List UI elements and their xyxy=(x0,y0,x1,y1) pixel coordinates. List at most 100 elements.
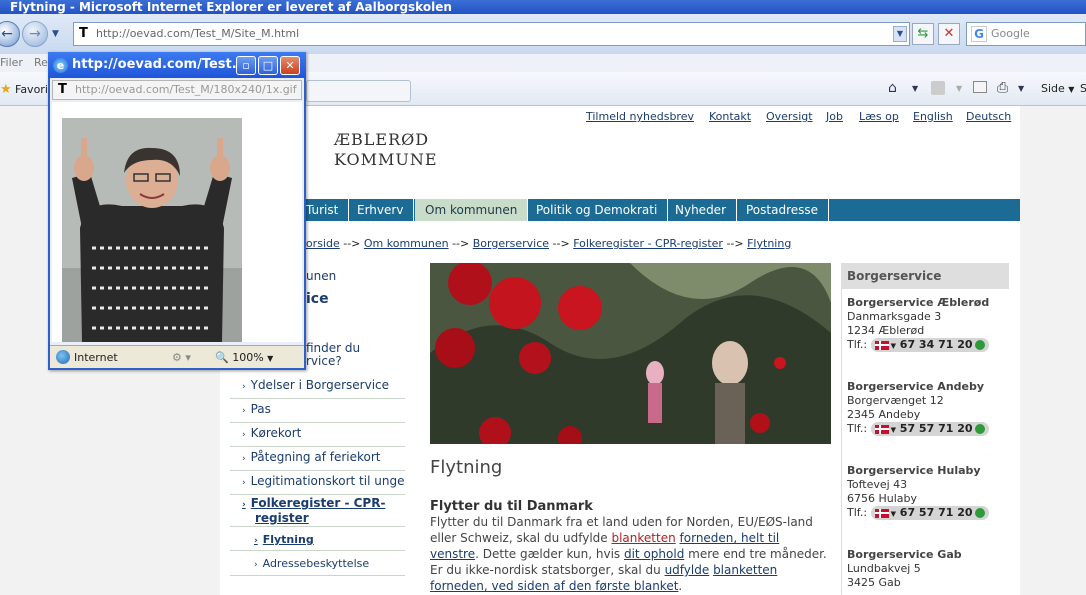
link-dit-ophold[interactable]: dit ophold xyxy=(624,547,684,561)
home-icon[interactable]: ⌂ xyxy=(888,80,897,96)
popup-close-button[interactable]: ✕ xyxy=(280,56,300,75)
protected-mode-icon[interactable]: ⚙ ▾ xyxy=(172,346,191,369)
left-menu-folkeregister[interactable]: › Folkeregister - CPR-register xyxy=(230,497,405,527)
nav-politik[interactable]: Politik og Demokrati xyxy=(526,199,669,221)
link-blanketten-1[interactable]: blanketten xyxy=(611,531,675,545)
mail-icon[interactable] xyxy=(973,81,987,93)
top-link-job[interactable]: Job xyxy=(826,110,843,123)
menu-file[interactable]: Filer xyxy=(0,54,23,72)
left-menu-partial-1[interactable]: unen xyxy=(306,269,336,283)
address-bar[interactable]: T http://oevad.com/Test_M/Site_M.html ▼ xyxy=(73,22,910,46)
office-andeby: Borgerservice Andeby Borgervænget 12 234… xyxy=(847,380,989,436)
link-blanketten-2[interactable]: blanketten xyxy=(713,563,777,577)
feeds-icon[interactable] xyxy=(931,81,945,95)
nav-om-kommunen[interactable]: Om kommunen xyxy=(415,199,529,221)
page-favicon-icon: T xyxy=(58,82,67,97)
popup-minimize-button[interactable]: ▫ xyxy=(236,56,256,75)
favorites-star-icon[interactable]: ★ xyxy=(0,82,12,97)
breadcrumb-flytning[interactable]: Flytning xyxy=(747,237,791,250)
zoom-control[interactable]: 🔍 100% ▼ xyxy=(215,346,273,370)
link-forneden-ved-siden[interactable]: forneden, ved siden af den første blanke… xyxy=(430,579,678,593)
breadcrumb-sep: --> xyxy=(549,237,574,250)
forward-arrow-icon: → xyxy=(29,26,41,42)
phone-badge[interactable]: ▼ 57 57 71 20 xyxy=(870,422,989,436)
phone-number: 67 57 71 20 xyxy=(899,506,973,519)
left-menu-feriekort[interactable]: › Påtegning af feriekort xyxy=(230,449,405,471)
nav-erhverv[interactable]: Erhverv xyxy=(347,199,415,221)
chevron-right-icon: › xyxy=(242,382,246,392)
left-menu-sub-adressebeskyttelse[interactable]: › Adressebeskyttelse xyxy=(230,556,405,576)
refresh-button[interactable]: ⇆ xyxy=(912,23,934,45)
top-link-contact[interactable]: Kontakt xyxy=(709,110,751,123)
top-link-read-aloud[interactable]: Læs op xyxy=(859,110,899,123)
left-menu-legitimationskort[interactable]: › Legitimationskort til unge xyxy=(230,473,405,495)
top-link-newsletter[interactable]: Tilmeld nyhedsbrev xyxy=(586,110,694,123)
page-menu[interactable]: Side ▼ xyxy=(1041,82,1074,95)
office-hulaby: Borgerservice Hulaby Toftevej 43 6756 Hu… xyxy=(847,464,989,520)
apple-orchard-illustration xyxy=(430,263,831,444)
phone-dropdown-icon: ▼ xyxy=(890,426,896,434)
phone-label: Tlf.: xyxy=(847,506,868,519)
nav-nyheder[interactable]: Nyheder xyxy=(665,199,737,221)
left-menu-label: Adressebeskyttelse xyxy=(262,557,370,570)
body-text-part: . Dette gælder kun, hvis xyxy=(475,547,624,561)
breadcrumb-folkeregister[interactable]: Folkeregister - CPR-register xyxy=(573,237,723,250)
phone-label: Tlf.: xyxy=(847,338,868,351)
office-phone-row: Tlf.: ▼ 57 57 71 20 xyxy=(847,422,989,436)
breadcrumb-borgerservice[interactable]: Borgerservice xyxy=(473,237,549,250)
phone-number: 57 57 71 20 xyxy=(899,422,973,435)
address-dropdown-icon[interactable]: ▼ xyxy=(893,26,907,42)
popup-maximize-button[interactable]: □ xyxy=(258,56,278,75)
left-menu-label: Ydelser i Borgerservice xyxy=(250,378,390,392)
back-arrow-icon: ← xyxy=(1,26,13,42)
office-name: Borgerservice Andeby xyxy=(847,380,985,393)
favorites-label[interactable]: Favorit xyxy=(15,83,52,96)
office-street: Danmarksgade 3 xyxy=(847,310,942,323)
top-link-deutsch[interactable]: Deutsch xyxy=(966,110,1011,123)
search-placeholder: Google xyxy=(991,27,1030,40)
breadcrumb: Forside --> Om kommunen --> Borgerservic… xyxy=(300,237,791,250)
stop-icon: ✕ xyxy=(943,26,955,41)
feeds-dropdown-icon[interactable]: ▼ xyxy=(956,84,962,93)
print-icon[interactable]: ⎙ xyxy=(997,80,1008,96)
menu-edit[interactable]: Re xyxy=(34,54,48,72)
office-city: 6756 Hulaby xyxy=(847,492,918,505)
link-udfylde[interactable]: udfylde xyxy=(665,563,710,577)
tools-menu-partial[interactable]: S xyxy=(1080,82,1086,95)
left-menu-sub-flytning[interactable]: › Flytning xyxy=(230,533,405,551)
forward-button[interactable]: → xyxy=(22,21,48,47)
office-city: 2345 Andeby xyxy=(847,408,921,421)
person-photo xyxy=(62,118,242,342)
top-link-english[interactable]: English xyxy=(913,110,953,123)
left-menu-ydelser[interactable]: › Ydelser i Borgerservice xyxy=(230,377,405,399)
phone-badge[interactable]: ▼ 67 57 71 20 xyxy=(870,506,989,520)
window-title: Flytning - Microsoft Internet Explorer e… xyxy=(10,0,452,14)
nav-postadresse[interactable]: Postadresse xyxy=(736,199,830,221)
office-phone-row: Tlf.: ▼ 67 34 71 20 xyxy=(847,338,989,352)
office-street: Toftevej 43 xyxy=(847,478,908,491)
hero-image xyxy=(430,263,831,444)
left-menu-koerekort[interactable]: › Kørekort xyxy=(230,425,405,447)
office-gab: Borgerservice Gab Lundbakvej 5 3425 Gab xyxy=(847,548,962,590)
minimize-icon: ▫ xyxy=(242,59,250,72)
left-menu-partial-3[interactable]: finder du rvice? xyxy=(306,342,360,368)
breadcrumb-om-kommunen[interactable]: Om kommunen xyxy=(364,237,449,250)
zoom-dropdown-icon: ▼ xyxy=(267,354,274,363)
left-menu-label: Flytning xyxy=(262,533,314,546)
print-dropdown-icon[interactable]: ▼ xyxy=(1018,84,1024,93)
left-menu-pas[interactable]: › Pas xyxy=(230,401,405,423)
phone-dropdown-icon: ▼ xyxy=(890,342,896,350)
body-text-part: . xyxy=(678,579,683,593)
stop-button[interactable]: ✕ xyxy=(938,23,960,45)
browser-tab[interactable] xyxy=(306,80,411,102)
history-dropdown-icon[interactable]: ▼ xyxy=(52,29,59,39)
site-logo[interactable]: ÆBLERØD KOMMUNE xyxy=(334,130,438,170)
phone-badge[interactable]: ▼ 67 34 71 20 xyxy=(870,338,989,352)
search-input[interactable]: G Google xyxy=(966,22,1086,46)
danish-flag-icon xyxy=(874,424,889,434)
danish-flag-icon xyxy=(874,508,889,518)
top-link-overview[interactable]: Oversigt xyxy=(766,110,813,123)
zoom-icon: 🔍 xyxy=(215,351,229,364)
chevron-right-icon: › xyxy=(242,430,246,440)
home-dropdown-icon[interactable]: ▼ xyxy=(912,84,918,93)
